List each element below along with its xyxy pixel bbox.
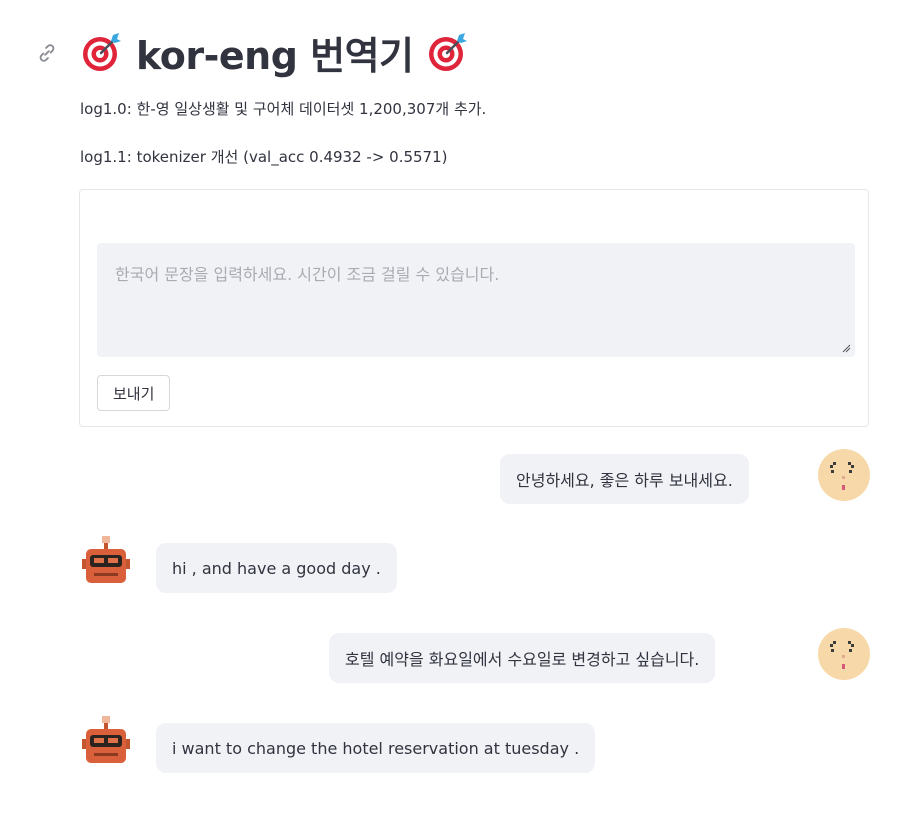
bot-message-bubble: i want to change the hotel reservation a… — [156, 723, 596, 773]
link-icon[interactable] — [36, 42, 58, 64]
message-text: hi , and have a good day . — [172, 558, 381, 578]
log2-detail: (val_acc 0.4932 -> 0.5571) — [243, 148, 448, 166]
log2-text: tokenizer 개선 — [136, 148, 239, 166]
direct-hit-target-icon — [83, 33, 121, 71]
log1-text: 한-영 일상생활 및 구어체 데이터셋 — [136, 100, 355, 118]
resize-handle-icon[interactable] — [841, 343, 851, 353]
bot-avatar-icon — [82, 716, 130, 763]
changelog-line-1: log1.0: 한-영 일상생활 및 구어체 데이터셋 1,200,307개 추… — [80, 98, 486, 119]
direct-hit-target-icon — [428, 33, 467, 71]
bot-message-bubble: hi , and have a good day . — [156, 543, 397, 593]
message-text: 호텔 예약을 화요일에서 수요일로 변경하고 싶습니다. — [345, 650, 700, 669]
log1-count: 1,200,307 — [359, 100, 436, 118]
message-text: i want to change the hotel reservation a… — [172, 738, 580, 758]
user-avatar-icon — [818, 449, 870, 501]
log1-prefix: log1.0: — [80, 100, 132, 118]
log2-prefix: log1.1: — [80, 148, 132, 166]
translate-form: 보내기 — [79, 189, 869, 427]
title-text: kor-eng 번역기 — [136, 33, 414, 78]
user-message-bubble: 호텔 예약을 화요일에서 수요일로 변경하고 싶습니다. — [329, 633, 716, 683]
user-message-bubble: 안녕하세요, 좋은 하루 보내세요. — [500, 454, 749, 504]
bot-avatar-icon — [82, 536, 130, 583]
korean-input[interactable] — [97, 243, 855, 357]
send-button[interactable]: 보내기 — [97, 375, 171, 411]
user-avatar-icon — [818, 628, 870, 680]
changelog-line-2: log1.1: tokenizer 개선 (val_acc 0.4932 -> … — [80, 146, 448, 167]
message-text: 안녕하세요, 좋은 하루 보내세요. — [516, 471, 733, 490]
page-title: kor-eng 번역기 — [80, 22, 470, 82]
log1-suffix: 개 추가. — [435, 100, 487, 118]
